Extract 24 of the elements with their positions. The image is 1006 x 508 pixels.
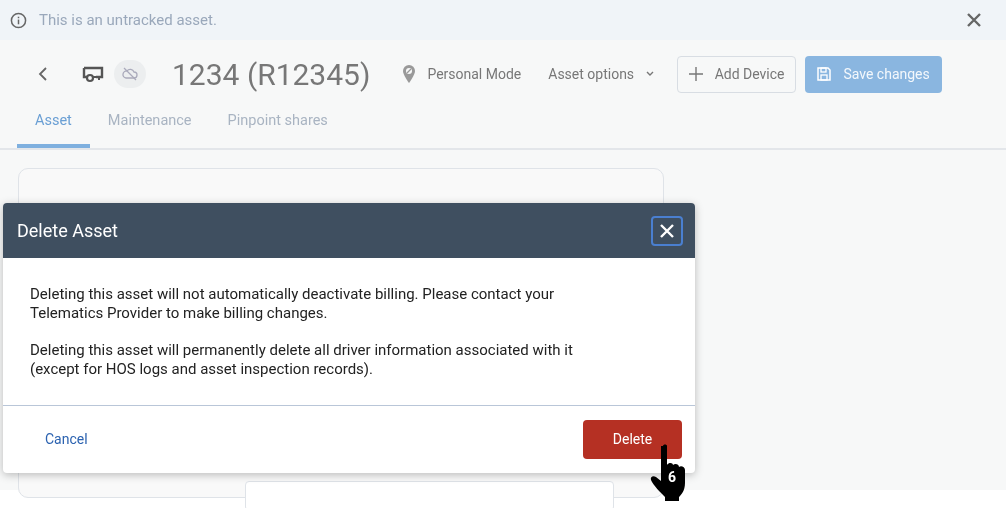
info-icon (10, 11, 27, 29)
plus-icon (688, 67, 703, 81)
untracked-badge (114, 60, 146, 88)
asset-options-dropdown[interactable]: Asset options (548, 63, 655, 85)
close-icon (660, 223, 674, 238)
dialog-message: Deleting this asset will permanently delete all driver information associated with it (except for HOS logs and asset inspection records). (30, 341, 574, 379)
add-device-button[interactable]: Add Device (677, 55, 797, 93)
banner-text: This is an untracked asset. (39, 9, 217, 31)
location-pin-icon (402, 64, 417, 84)
step-number: 6 (668, 470, 677, 484)
close-icon[interactable] (966, 12, 982, 28)
caret-icon (646, 71, 655, 77)
asset-title: 1234 (R12345) (172, 55, 371, 94)
tab[interactable]: Asset (17, 104, 90, 148)
dialog-message: Deleting this asset will not automatically deactivate billing. Please contact your Telematics Provider to make billing changes. (30, 285, 556, 323)
mode-label: Personal Mode (427, 64, 522, 84)
trailer-icon (82, 65, 104, 83)
cancel-button[interactable]: Cancel (41, 427, 92, 452)
back-icon[interactable] (38, 66, 48, 82)
input-field[interactable] (245, 481, 614, 508)
save-icon (817, 67, 832, 81)
close-button[interactable] (651, 215, 683, 246)
delete-button[interactable]: Delete (583, 420, 682, 459)
dialog-title: Delete Asset (17, 219, 118, 243)
